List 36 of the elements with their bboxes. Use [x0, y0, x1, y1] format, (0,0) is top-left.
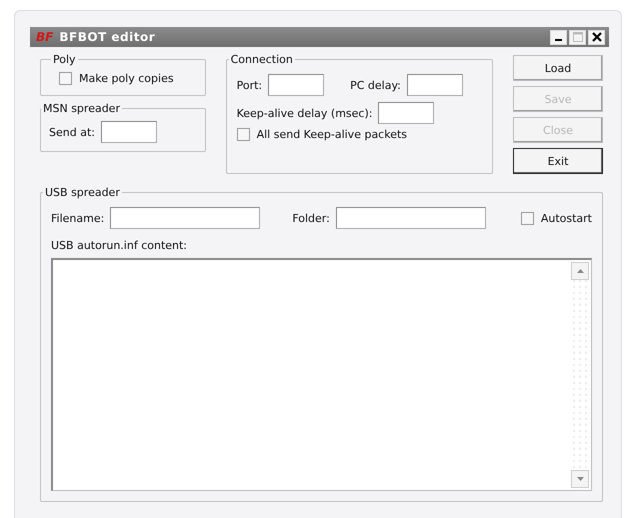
group-title: Poly [52, 53, 77, 66]
field-label: PC delay: [350, 78, 401, 92]
checkbox-label: Make poly copies [79, 72, 174, 85]
maximize-icon [572, 32, 582, 42]
group-title: Connection [230, 53, 294, 66]
checkbox-label: All send Keep-alive packets [256, 128, 408, 141]
up-arrow-icon [576, 269, 584, 273]
input-field[interactable] [378, 102, 434, 124]
minimize-button[interactable] [550, 30, 567, 44]
app-logo: BF [36, 30, 54, 44]
input-field[interactable] [268, 74, 324, 96]
input-field[interactable] [110, 207, 260, 229]
group-title: USB spreader [44, 186, 121, 199]
field-label: Filename: [51, 212, 104, 224]
checkbox[interactable] [520, 212, 534, 224]
scroll-down-button[interactable] [571, 470, 589, 488]
input-field[interactable] [336, 207, 486, 229]
checkbox[interactable] [59, 72, 72, 85]
input-field[interactable] [100, 121, 157, 143]
scroll-bar[interactable] [571, 260, 591, 490]
window-title: BFBOT editor [59, 30, 156, 44]
close-button[interactable] [588, 30, 605, 44]
field-label: Port: [236, 78, 262, 92]
group-title: MSN spreader [42, 102, 121, 115]
field-label: Folder: [292, 212, 330, 224]
checkbox[interactable] [236, 128, 250, 141]
input-field[interactable] [406, 74, 463, 96]
dialog-button[interactable]: Exit [513, 148, 603, 174]
scroll-up-button[interactable] [571, 262, 589, 280]
field-label: Keep-alive delay (msec): [236, 106, 372, 120]
checkbox-label: Autostart [540, 212, 592, 224]
field-label: Send at: [49, 126, 95, 138]
dialog-button[interactable]: Load [513, 55, 603, 81]
down-arrow-icon [576, 477, 584, 481]
close-icon [592, 32, 602, 42]
field-label: USB autorun.inf content: [51, 239, 188, 252]
